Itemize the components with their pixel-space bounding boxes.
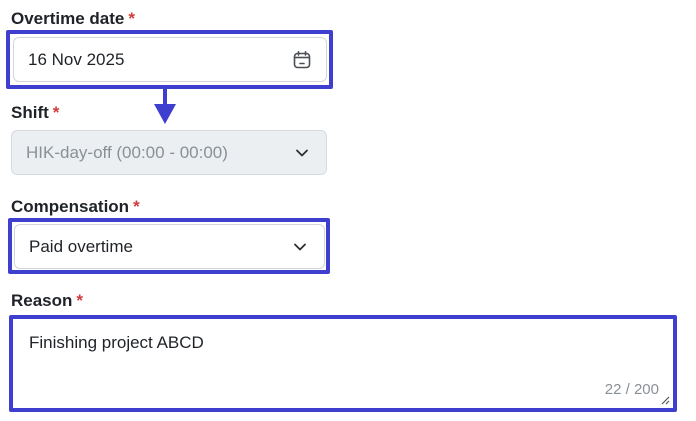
compensation-label: Compensation * (11, 197, 140, 217)
compensation-label-text: Compensation (11, 197, 130, 216)
chevron-down-icon (292, 143, 312, 163)
down-arrow-annotation (154, 86, 176, 124)
overtime-date-label: Overtime date * (11, 9, 135, 29)
required-asterisk: * (76, 291, 84, 310)
overtime-date-value: 16 Nov 2025 (28, 49, 125, 69)
shift-select: HIK-day-off (00:00 - 00:00) (11, 130, 327, 175)
compensation-value: Paid overtime (29, 236, 133, 256)
required-asterisk: * (128, 9, 136, 28)
character-counter: 22 / 200 (604, 381, 659, 398)
shift-value: HIK-day-off (00:00 - 00:00) (26, 142, 228, 162)
reason-textarea[interactable]: Finishing project ABCD 22 / 200 (14, 320, 672, 407)
required-asterisk: * (133, 197, 140, 216)
reason-label-text: Reason (11, 291, 73, 310)
shift-label-text: Shift (11, 103, 49, 122)
shift-label: Shift * (11, 103, 59, 123)
overtime-date-input[interactable]: 16 Nov 2025 (13, 37, 327, 82)
required-asterisk: * (52, 103, 60, 122)
reason-label: Reason * (11, 291, 83, 311)
resize-handle-icon[interactable] (660, 395, 670, 405)
overtime-request-form: Overtime date * 16 Nov 2025 Shift * HIK-da… (0, 0, 696, 421)
overtime-date-label-text: Overtime date (11, 9, 125, 28)
compensation-select[interactable]: Paid overtime (14, 224, 325, 269)
calendar-icon[interactable] (292, 50, 312, 70)
reason-value: Finishing project ABCD (29, 333, 204, 352)
chevron-down-icon[interactable] (290, 237, 310, 257)
